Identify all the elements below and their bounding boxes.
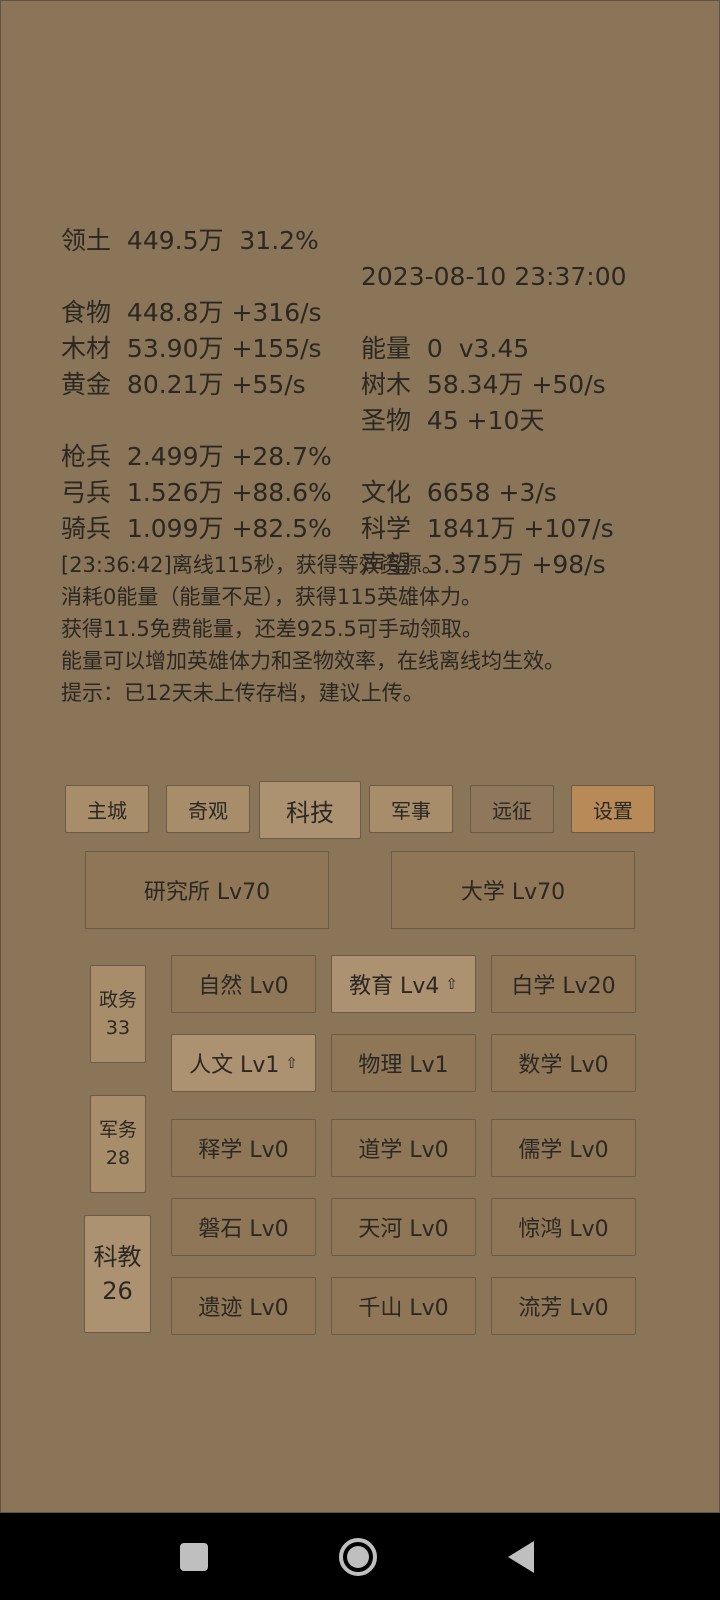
tab-technology[interactable]: 科技	[259, 781, 361, 839]
log-line: 获得11.5免费能量，还差925.5可手动领取。	[61, 617, 483, 641]
territory-text: 领土 449.5万 31.2%	[61, 226, 319, 255]
tab-main-city[interactable]: 主城	[65, 785, 149, 833]
tech-button[interactable]: 白学 Lv20	[491, 955, 636, 1013]
tech-button[interactable]: 道学 Lv0	[331, 1119, 476, 1177]
tech-button[interactable]: 教育 Lv4 ⇧	[331, 955, 476, 1013]
message-log: [23:36:42]离线115秒，获得等效资源。 消耗0能量（能量不足），获得1…	[61, 549, 701, 709]
tab-settings[interactable]: 设置	[571, 785, 655, 833]
tech-button[interactable]: 天河 Lv0	[331, 1198, 476, 1256]
log-line: 消耗0能量（能量不足），获得115英雄体力。	[61, 585, 482, 609]
game-screen: 领土 449.5万 31.2% 2023-08-10 23:37:00 食物 4…	[0, 0, 720, 1513]
military-row: 弓兵 1.526万 +88.6% 科学 1841万 +107/s	[61, 478, 614, 543]
log-line: 能量可以增加英雄体力和圣物效率，在线离线均生效。	[61, 649, 565, 673]
tech-button[interactable]: 儒学 Lv0	[491, 1119, 636, 1177]
resource-row: 食物 448.8万 +316/s 能量 0 v3.45	[61, 298, 530, 363]
system-nav-bar	[0, 1513, 720, 1600]
university-button[interactable]: 大学 Lv70	[391, 851, 635, 929]
triangle-back-icon[interactable]	[504, 1535, 540, 1579]
category-military-affairs[interactable]: 军务 28	[90, 1095, 146, 1193]
resource-row: 木材 53.90万 +155/s 树木 58.34万 +50/s	[61, 334, 606, 399]
tech-button[interactable]: 惊鸿 Lv0	[491, 1198, 636, 1256]
tab-military[interactable]: 军事	[369, 785, 453, 833]
tech-button[interactable]: 人文 Lv1 ⇧	[171, 1034, 316, 1092]
resource-row: 黄金 80.21万 +55/s 圣物 45 +10天	[61, 370, 545, 435]
tech-button[interactable]: 自然 Lv0	[171, 955, 316, 1013]
research-institute-button[interactable]: 研究所 Lv70	[85, 851, 329, 929]
military-row: 枪兵 2.499万 +28.7% 文化 6658 +3/s	[61, 442, 557, 507]
main-tabs: 主城 奇观 科技 军事 远征 设置	[1, 781, 720, 841]
tab-expedition[interactable]: 远征	[470, 785, 554, 833]
tech-button[interactable]: 物理 Lv1	[331, 1034, 476, 1092]
log-line: [23:36:42]离线115秒，获得等效资源。	[61, 553, 443, 577]
log-line: 提示：已12天未上传存档，建议上传。	[61, 681, 424, 705]
square-icon[interactable]	[176, 1535, 212, 1579]
circle-icon[interactable]	[336, 1535, 380, 1579]
tech-button[interactable]: 数学 Lv0	[491, 1034, 636, 1092]
military-row: 骑兵 1.099万 +82.5% 声望 3.375万 +98/s	[61, 514, 606, 579]
category-science-education[interactable]: 科教 26	[84, 1215, 151, 1333]
tech-button[interactable]: 释学 Lv0	[171, 1119, 316, 1177]
tech-button[interactable]: 磐石 Lv0	[171, 1198, 316, 1256]
tech-button[interactable]: 遗迹 Lv0	[171, 1277, 316, 1335]
tab-wonders[interactable]: 奇观	[166, 785, 250, 833]
tech-button[interactable]: 流芳 Lv0	[491, 1277, 636, 1335]
territory-row: 领土 449.5万 31.2% 2023-08-10 23:37:00	[61, 187, 681, 291]
upgrade-arrow-icon: ⇧	[285, 1054, 298, 1072]
tech-button[interactable]: 千山 Lv0	[331, 1277, 476, 1335]
category-politics[interactable]: 政务 33	[90, 965, 146, 1063]
upgrade-arrow-icon: ⇧	[445, 975, 458, 993]
